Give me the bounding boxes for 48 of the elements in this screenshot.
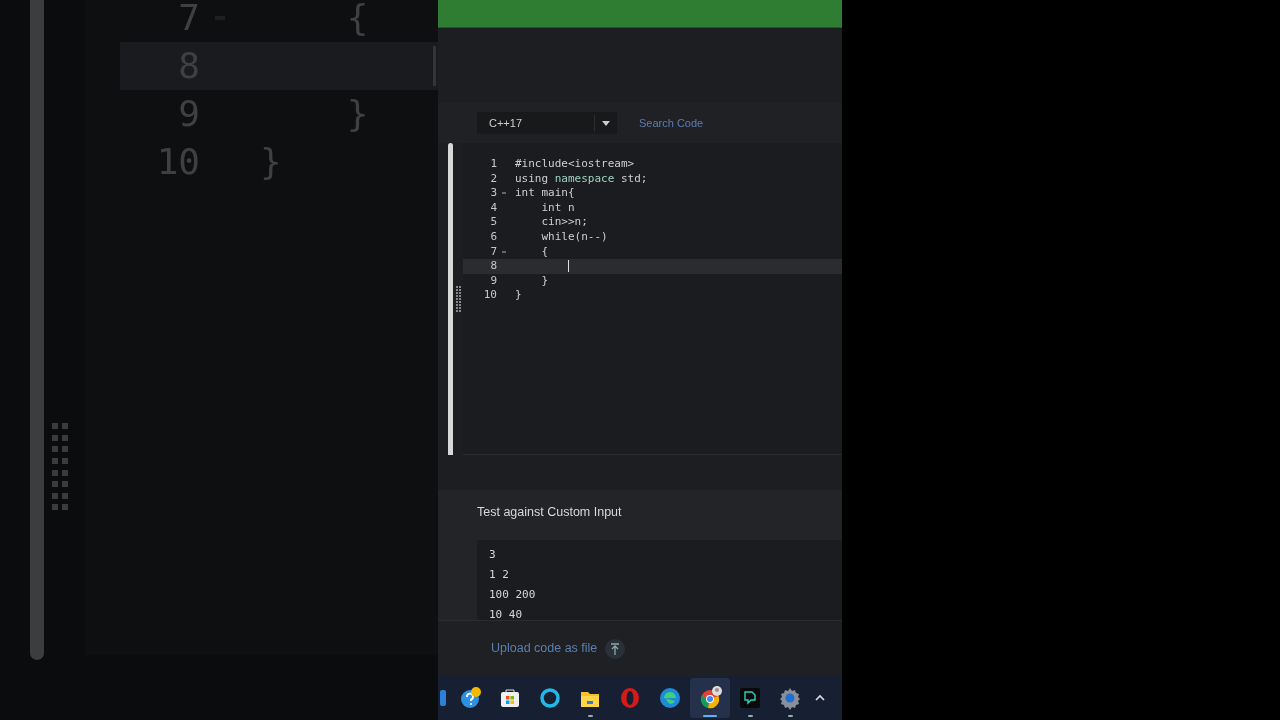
resize-handle-icon: [52, 423, 68, 513]
opera-icon: [618, 686, 642, 710]
line-number: 3: [489, 185, 497, 202]
code-token: }: [345, 92, 369, 136]
code-token: namespace: [554, 170, 615, 187]
code-token: {: [345, 0, 369, 40]
chevron-up-icon: [815, 694, 825, 702]
line-number: 5: [489, 214, 497, 231]
search-code-link[interactable]: Search Code: [639, 114, 704, 132]
code-token: std;: [619, 170, 648, 187]
code-token: using: [515, 170, 550, 187]
line-number: 1: [489, 156, 497, 173]
fold-marker-icon[interactable]: [502, 250, 506, 253]
code-token: int main{: [515, 185, 575, 202]
fold-marker-icon[interactable]: [502, 192, 506, 195]
line-number: 8: [489, 258, 497, 275]
help-icon: [458, 686, 482, 710]
code-token: int n: [540, 199, 575, 216]
code-token: cin>>n;: [540, 214, 588, 231]
line-number: 7: [489, 243, 497, 260]
code-token: }: [515, 287, 522, 304]
caret-icon: [602, 120, 610, 126]
code-token: {: [540, 243, 549, 260]
settings-icon: [778, 686, 802, 710]
line-number: 4: [489, 199, 497, 216]
ring-icon: [538, 686, 562, 710]
code-token: }: [260, 140, 282, 184]
taskbar-button[interactable]: [690, 678, 730, 718]
code-token: #include<iostream>: [515, 156, 635, 173]
store-icon: [498, 686, 522, 710]
line-number: 9: [489, 272, 497, 289]
input-line: 1 2: [489, 566, 510, 582]
recorder-icon: [738, 686, 762, 710]
language-dropdown[interactable]: C++17: [477, 112, 617, 134]
resize-handle-icon: [455, 286, 461, 312]
line-number: 2: [489, 170, 497, 187]
custom-input-field[interactable]: 3 1 2 100 200 10 40: [477, 539, 842, 620]
code-token: while(n--): [540, 229, 608, 245]
line-number: 6: [489, 229, 497, 245]
chrome-icon: [698, 686, 722, 710]
code-token: }: [540, 272, 549, 289]
panel-title: Test against Custom Input: [477, 504, 623, 521]
upload-code-link[interactable]: Upload code as file: [491, 639, 598, 658]
input-line: 100 200: [489, 586, 537, 602]
line-number: 10: [482, 287, 497, 304]
upload-icon[interactable]: [605, 638, 626, 659]
input-line: 3: [489, 546, 497, 562]
input-line: 10 40: [489, 606, 524, 620]
